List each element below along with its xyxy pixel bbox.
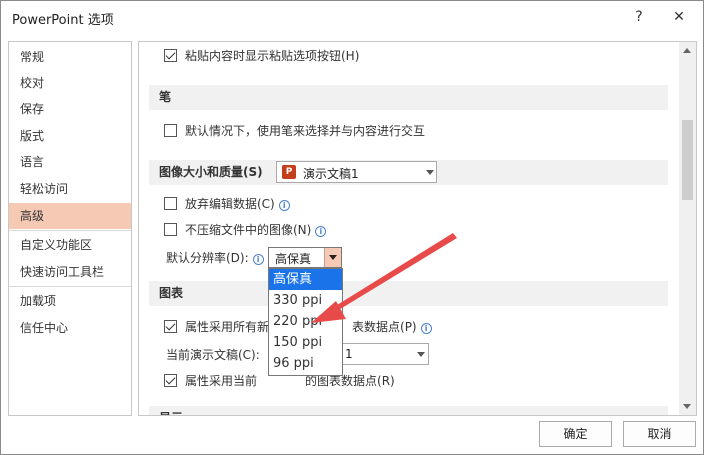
title-bar: PowerPoint 选项 ? ✕ <box>1 1 703 33</box>
current-doc-value: 1 <box>345 347 353 361</box>
current-doc-row: 当前演示文稿(C): <box>166 347 260 363</box>
ok-button[interactable]: 确定 <box>539 421 612 447</box>
image-doc-select-value: 演示文稿1 <box>303 167 359 181</box>
dropdown-button[interactable] <box>324 248 341 267</box>
scroll-down-button[interactable] <box>679 398 696 415</box>
chart-section-header: 图表 <box>149 281 668 306</box>
sidebar-item-customize-ribbon[interactable]: 自定义功能区 <box>9 232 131 258</box>
vertical-scrollbar[interactable] <box>679 42 696 415</box>
default-resolution-row: 默认分辨率(D): i <box>166 250 264 266</box>
info-icon: i <box>252 254 264 265</box>
no-compress-row[interactable]: 不压缩文件中的图像(N) i <box>164 222 327 238</box>
chart-prop-current-label-end: 的图表数据点(R) <box>305 374 395 388</box>
sidebar-item-save[interactable]: 保存 <box>9 96 131 122</box>
sidebar-item-trust-center[interactable]: 信任中心 <box>9 315 131 341</box>
current-doc-label: 当前演示文稿(C): <box>166 348 260 362</box>
options-sidebar: 常规 校对 保存 版式 语言 轻松访问 高级 自定义功能区 快速访问工具栏 加载… <box>8 41 132 416</box>
chevron-down-icon <box>683 404 691 409</box>
pen-section-header: 笔 <box>149 85 668 110</box>
display-section-header: 显示 <box>149 406 668 415</box>
default-resolution-value: 高保真 <box>275 252 312 266</box>
sidebar-item-quick-access-toolbar[interactable]: 快速访问工具栏 <box>9 259 131 285</box>
checkbox-icon[interactable] <box>164 320 177 333</box>
info-icon: i <box>315 226 327 237</box>
default-resolution-select[interactable]: 高保真 <box>268 247 342 268</box>
paste-option-row[interactable]: 粘贴内容时显示粘贴选项按钮(H) <box>164 48 359 64</box>
pen-option-row[interactable]: 默认情况下，使用笔来选择并与内容进行交互 <box>164 123 425 139</box>
pen-option-label: 默认情况下，使用笔来选择并与内容进行交互 <box>185 124 426 138</box>
chevron-down-icon <box>417 352 425 357</box>
paste-option-label: 粘贴内容时显示粘贴选项按钮(H) <box>185 49 360 63</box>
info-icon: i <box>278 200 290 211</box>
powerpoint-options-dialog: PowerPoint 选项 ? ✕ 常规 校对 保存 版式 语言 轻松访问 高级… <box>0 0 704 455</box>
sidebar-item-accessibility[interactable]: 轻松访问 <box>9 176 131 202</box>
sidebar-item-language[interactable]: 语言 <box>9 149 131 175</box>
resolution-dropdown-list: 高保真 330 ppi 220 ppi 150 ppi 96 ppi <box>268 268 343 376</box>
resolution-option-high-fidelity[interactable]: 高保真 <box>269 269 342 290</box>
help-button[interactable]: ? <box>629 7 649 27</box>
checkbox-icon[interactable] <box>164 374 177 387</box>
chart-prop-current-label-start: 属性采用当前 <box>185 374 258 388</box>
sidebar-item-addins[interactable]: 加载项 <box>9 288 131 314</box>
image-doc-select[interactable]: P 演示文稿1 <box>276 161 437 183</box>
powerpoint-icon: P <box>282 165 296 179</box>
no-compress-label: 不压缩文件中的图像(N) <box>185 223 312 237</box>
close-button[interactable]: ✕ <box>667 7 691 27</box>
info-icon: i <box>420 323 432 334</box>
sidebar-divider <box>9 230 131 231</box>
checkbox-icon[interactable] <box>164 197 177 210</box>
cancel-button[interactable]: 取消 <box>623 421 696 447</box>
chart-prop-all-label-end: 表数据点(P) <box>352 320 417 334</box>
resolution-option-150[interactable]: 150 ppi <box>269 332 342 353</box>
checkbox-icon[interactable] <box>164 124 177 137</box>
resolution-option-96[interactable]: 96 ppi <box>269 353 342 374</box>
discard-edit-data-row[interactable]: 放弃编辑数据(C) i <box>164 196 290 212</box>
current-doc-select[interactable]: 1 <box>342 343 429 365</box>
sidebar-item-general[interactable]: 常规 <box>9 44 131 70</box>
sidebar-item-proofing[interactable]: 校对 <box>9 70 131 96</box>
chevron-down-icon <box>426 170 434 175</box>
dialog-title: PowerPoint 选项 <box>12 13 114 28</box>
scrollbar-thumb[interactable] <box>682 120 693 200</box>
sidebar-divider <box>9 286 131 287</box>
advanced-options-panel: 粘贴内容时显示粘贴选项按钮(H) 笔 默认情况下，使用笔来选择并与内容进行交互 … <box>138 41 697 416</box>
image-section-label: 图像大小和质量(S) <box>159 165 263 179</box>
chart-prop-all-label-start: 属性采用所有新 <box>185 320 270 334</box>
checkbox-icon[interactable] <box>164 49 177 62</box>
resolution-option-220[interactable]: 220 ppi <box>269 311 342 332</box>
sidebar-item-layout[interactable]: 版式 <box>9 123 131 149</box>
chevron-up-icon <box>683 48 691 53</box>
sidebar-item-advanced[interactable]: 高级 <box>9 203 131 229</box>
resolution-option-330[interactable]: 330 ppi <box>269 290 342 311</box>
checkbox-icon[interactable] <box>164 223 177 236</box>
scroll-up-button[interactable] <box>679 42 696 59</box>
chevron-down-icon <box>329 255 337 260</box>
discard-edit-data-label: 放弃编辑数据(C) <box>185 197 275 211</box>
default-resolution-label: 默认分辨率(D): <box>166 251 249 265</box>
